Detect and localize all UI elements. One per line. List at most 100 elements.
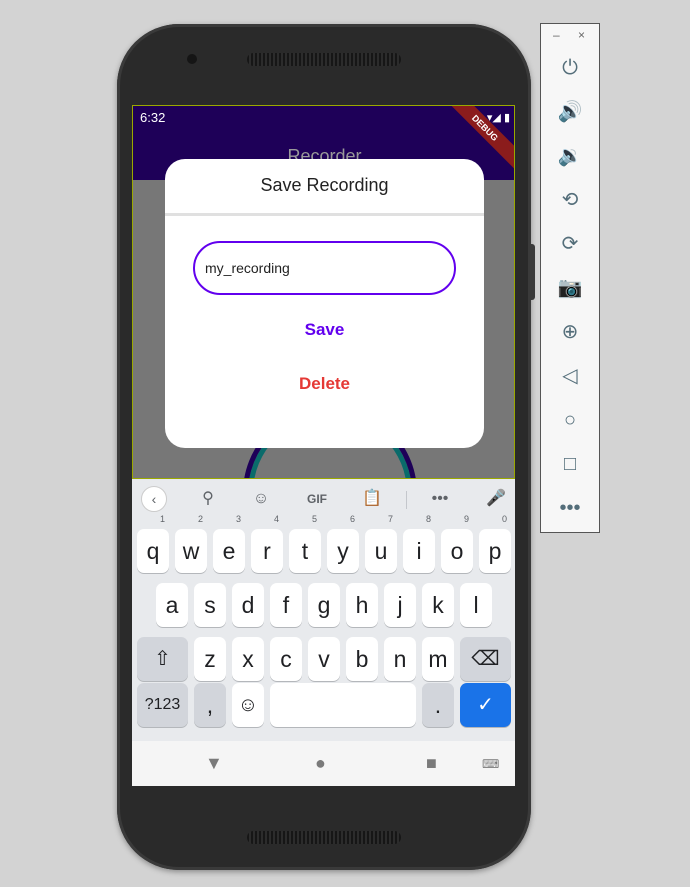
overview-icon[interactable]: □ (541, 450, 599, 478)
backspace-icon[interactable]: ⌫ (460, 637, 511, 681)
mic-icon[interactable]: 🎤 (484, 487, 508, 511)
minimize-button[interactable]: – (553, 28, 560, 42)
comma-key[interactable]: , (194, 683, 226, 727)
key-hint: 5 (311, 514, 317, 524)
dialog-divider (165, 213, 484, 216)
more-icon[interactable]: ••• (428, 487, 452, 511)
key-z[interactable]: z (194, 637, 226, 681)
sticker-icon[interactable]: ☺ (249, 487, 273, 511)
key-b[interactable]: b (346, 637, 378, 681)
key-hint: 3 (235, 514, 241, 524)
app-area: 6:32 ▾◢ ▮ Recorder DEBUG Save Recording … (132, 105, 515, 479)
key-x[interactable]: x (232, 637, 264, 681)
volume-down-icon[interactable]: 🔉 (541, 142, 599, 170)
key-hint: 4 (273, 514, 279, 524)
delete-button[interactable]: Delete (165, 373, 484, 395)
key-o[interactable]: o9 (441, 515, 473, 573)
navigation-bar: ▼ ● ■ ⌨ (132, 741, 515, 786)
key-i[interactable]: i8 (403, 515, 435, 573)
power-icon[interactable]: ⏻ (541, 54, 599, 82)
key-e[interactable]: e3 (213, 515, 245, 573)
key-label: x (242, 646, 254, 672)
key-p[interactable]: p0 (479, 515, 511, 573)
key-v[interactable]: v (308, 637, 340, 681)
key-h[interactable]: h (346, 583, 378, 627)
camera-icon[interactable]: 📷 (541, 274, 599, 302)
key-hint: 2 (197, 514, 203, 524)
key-label: h (355, 592, 369, 618)
key-label: b (355, 646, 369, 672)
key-label: k (432, 592, 444, 618)
home-icon[interactable]: ○ (541, 406, 599, 434)
front-camera (187, 54, 197, 64)
nav-back-icon[interactable]: ▼ (205, 753, 223, 774)
key-hint: 7 (387, 514, 393, 524)
key-label: a (165, 592, 179, 618)
period-key[interactable]: . (422, 683, 454, 727)
key-c[interactable]: c (270, 637, 302, 681)
key-s[interactable]: s (194, 583, 226, 627)
bottom-speaker (247, 831, 401, 844)
key-w[interactable]: w2 (175, 515, 207, 573)
status-time: 6:32 (140, 110, 166, 125)
key-label: m (428, 646, 448, 672)
rotate-right-icon[interactable]: ⟳ (541, 230, 599, 258)
volume-up-icon[interactable]: 🔊 (541, 98, 599, 126)
rotate-left-icon[interactable]: ⟲ (541, 186, 599, 214)
key-n[interactable]: n (384, 637, 416, 681)
key-y[interactable]: y6 (327, 515, 359, 573)
key-r[interactable]: r4 (251, 515, 283, 573)
checkmark-icon[interactable]: ✓ (460, 683, 511, 727)
emoji-icon[interactable]: ☺ (232, 683, 264, 727)
key-hint: 8 (425, 514, 431, 524)
key-d[interactable]: d (232, 583, 264, 627)
key-m[interactable]: m (422, 637, 454, 681)
soft-keyboard: ‹ ⚲ ☺ GIF 📋 ••• 🎤 q1w2e3r4t5y6u7i8o9p0 a… (132, 479, 515, 741)
clipboard-icon[interactable]: 📋 (360, 487, 384, 511)
keyboard-switch-icon[interactable]: ⌨ (482, 757, 499, 771)
key-l[interactable]: l (460, 583, 492, 627)
chevron-left-icon[interactable]: ‹ (141, 486, 167, 512)
key-a[interactable]: a (156, 583, 188, 627)
nav-recents-icon[interactable]: ■ (426, 753, 437, 774)
close-button[interactable]: × (578, 28, 585, 42)
search-icon[interactable]: ⚲ (196, 487, 220, 511)
key-label: t (301, 538, 309, 564)
key-hint: 6 (349, 514, 355, 524)
key-label: o (450, 538, 464, 564)
recording-name-input[interactable] (193, 241, 456, 295)
zoom-icon[interactable]: ⊕ (541, 318, 599, 346)
key-label: v (318, 646, 330, 672)
key-label: r (263, 538, 271, 564)
key-g[interactable]: g (308, 583, 340, 627)
symbols-key[interactable]: ?123 (137, 683, 188, 727)
key-label: n (393, 646, 407, 672)
key-label: j (397, 592, 403, 618)
key-label: s (204, 592, 216, 618)
key-hint: 1 (159, 514, 165, 524)
save-button[interactable]: Save (165, 319, 484, 341)
gif-button[interactable]: GIF (302, 487, 332, 511)
key-k[interactable]: k (422, 583, 454, 627)
back-icon[interactable]: ◁ (541, 362, 599, 390)
shift-icon[interactable]: ⇧ (137, 637, 188, 681)
key-label: q (146, 538, 160, 564)
key-label: c (280, 646, 292, 672)
more-icon[interactable]: ••• (541, 494, 599, 522)
key-label: g (317, 592, 331, 618)
space-key[interactable] (270, 683, 416, 727)
emulator-control-panel: – × ⏻ 🔊 🔉 ⟲ ⟳ 📷 ⊕ ◁ ○ □ ••• (540, 23, 600, 533)
key-j[interactable]: j (384, 583, 416, 627)
top-speaker (247, 53, 401, 66)
key-f[interactable]: f (270, 583, 302, 627)
key-label: f (282, 592, 290, 618)
key-hint: 9 (463, 514, 469, 524)
key-label: p (488, 538, 502, 564)
key-label: u (374, 538, 388, 564)
toolbar-divider (406, 491, 407, 509)
nav-home-icon[interactable]: ● (315, 753, 326, 774)
key-t[interactable]: t5 (289, 515, 321, 573)
key-q[interactable]: q1 (137, 515, 169, 573)
key-label: l (473, 592, 479, 618)
key-u[interactable]: u7 (365, 515, 397, 573)
